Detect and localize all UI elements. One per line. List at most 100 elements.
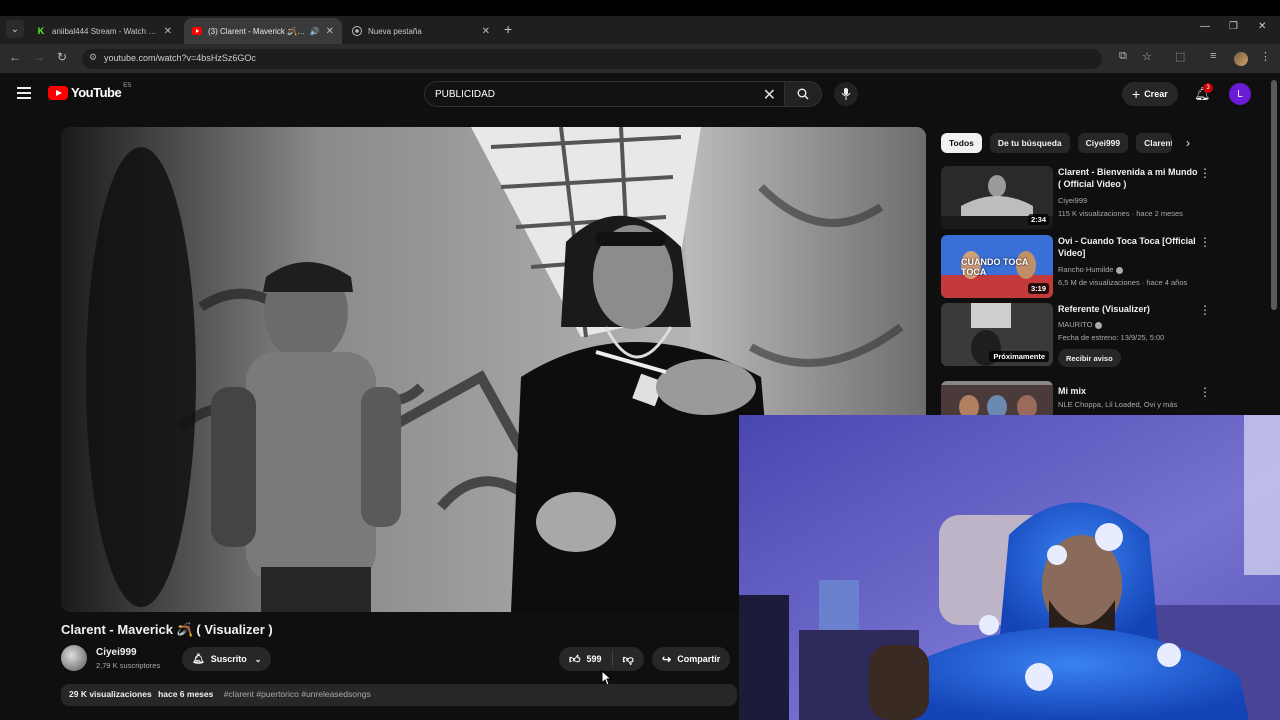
- user-avatar[interactable]: L: [1229, 83, 1251, 105]
- search-query-text[interactable]: PUBLICIDAD: [435, 89, 495, 100]
- recommendation-item[interactable]: 2:34 Clarent - Bienvenida a mi Mundo ( O…: [941, 166, 1221, 230]
- channel-avatar[interactable]: [61, 645, 87, 671]
- media-controls-icon[interactable]: ≡: [1210, 50, 1216, 62]
- chevron-down-icon: ⌄: [254, 654, 262, 664]
- close-icon[interactable]: ✕: [164, 26, 172, 37]
- extensions-icon[interactable]: ⬚: [1175, 50, 1185, 63]
- notify-me-button[interactable]: Recibir aviso: [1058, 349, 1121, 367]
- recommendation-title[interactable]: Referente (Visualizer): [1058, 303, 1198, 315]
- channel-name-link[interactable]: Ciyei999: [96, 647, 137, 658]
- chrome-icon: [352, 26, 362, 36]
- subscribed-button[interactable]: 🔔︎ Suscrito ⌄: [182, 647, 272, 671]
- voice-search-button[interactable]: [834, 82, 858, 106]
- kick-icon: K: [37, 26, 45, 36]
- create-label: Crear: [1144, 89, 1168, 99]
- more-options-icon[interactable]: ⋮: [1199, 235, 1211, 249]
- tab-youtube-video[interactable]: (3) Clarent - Maverick 🪃 ( V 🔊 ✕: [184, 18, 342, 44]
- like-count: 599: [586, 654, 602, 664]
- upload-age: hace 6 meses: [158, 689, 214, 699]
- site-info-icon[interactable]: ⚙: [89, 52, 97, 63]
- video-thumbnail[interactable]: 2:34: [941, 166, 1053, 229]
- tab-new-tab[interactable]: Nueva pestaña ✕: [344, 18, 498, 44]
- address-bar[interactable]: ⚙ youtube.com/watch?v=4bsHzSz6GOc: [82, 49, 1102, 69]
- tab-title: Nueva pestaña: [368, 26, 422, 36]
- recommendation-title[interactable]: Ovi - Cuando Toca Toca [Official Video]: [1058, 235, 1198, 259]
- chip-all[interactable]: Todos: [941, 133, 982, 153]
- scrollbar-thumb[interactable]: [1271, 80, 1277, 310]
- restore-icon[interactable]: ❐: [1229, 21, 1238, 32]
- upcoming-badge: Próximamente: [989, 351, 1049, 362]
- thumbnail-text: CUANDO TOCA TOCA: [961, 257, 1028, 277]
- browser-toolbar: ← → ↻ ⚙ youtube.com/watch?v=4bsHzSz6GOc …: [0, 44, 1280, 74]
- subscriber-count: 2,79 K suscriptores: [96, 661, 161, 670]
- tab-title: aniibal444 Stream - Watch Live: [52, 26, 158, 36]
- profile-avatar[interactable]: [1234, 52, 1248, 66]
- video-thumbnail[interactable]: CUANDO TOCA TOCA 3:19: [941, 235, 1053, 298]
- view-count: 29 K visualizaciones: [69, 689, 152, 699]
- bell-icon: 🔔︎: [192, 653, 205, 665]
- create-button[interactable]: + Crear: [1122, 82, 1178, 106]
- new-tab-button[interactable]: +: [504, 21, 512, 37]
- bookmark-star-icon[interactable]: ☆: [1142, 50, 1152, 63]
- thumbs-up-icon: 👍︎: [569, 653, 581, 666]
- webcam-feed: [739, 415, 1280, 720]
- more-options-icon[interactable]: ⋮: [1199, 385, 1211, 399]
- chip-from-search[interactable]: De tu búsqueda: [989, 133, 1070, 153]
- recommendation-title[interactable]: Clarent - Bienvenida a mi Mundo ( Offici…: [1058, 166, 1198, 190]
- youtube-play-icon: [48, 85, 68, 100]
- verified-badge-icon: [1095, 321, 1103, 329]
- video-title: Clarent - Maverick 🪃 ( Visualizer ): [61, 622, 273, 637]
- page-scrollbar[interactable]: [1270, 76, 1278, 416]
- install-app-icon[interactable]: ⧉: [1119, 50, 1127, 63]
- more-options-icon[interactable]: ⋮: [1199, 303, 1211, 317]
- tab-search-chevron-icon[interactable]: ⌄: [6, 20, 24, 38]
- recommendation-channel[interactable]: MAURITO: [1058, 320, 1103, 329]
- back-arrow-icon[interactable]: ←: [9, 50, 21, 64]
- recommendation-meta: 115 K visualizaciones · hace 2 meses: [1058, 209, 1183, 218]
- notification-badge: 3: [1203, 83, 1213, 93]
- hamburger-menu-icon[interactable]: [17, 87, 31, 99]
- description-box[interactable]: 29 K visualizaciones hace 6 meses #clare…: [61, 684, 737, 706]
- recommendation-title[interactable]: Mi mix: [1058, 385, 1198, 397]
- minimize-icon[interactable]: —: [1200, 21, 1210, 32]
- close-icon[interactable]: ✕: [326, 26, 334, 37]
- video-duration: 3:19: [1027, 283, 1049, 294]
- tab-title: (3) Clarent - Maverick 🪃 ( V: [208, 26, 306, 36]
- more-options-icon[interactable]: ⋮: [1199, 166, 1211, 180]
- search-button[interactable]: [784, 81, 822, 107]
- search-icon: [797, 88, 809, 100]
- subscribe-label: Suscrito: [210, 654, 247, 664]
- hashtags[interactable]: #clarent #puertorico #unreleasedsongs: [224, 689, 371, 699]
- recommendation-item[interactable]: Mi mix NLE Choppa, Lil Loaded, Ovi y más…: [941, 381, 1221, 415]
- thumbs-down-icon: 👎︎: [622, 653, 634, 666]
- browser-menu-icon[interactable]: ⋮: [1260, 50, 1271, 63]
- share-label: Compartir: [677, 654, 721, 664]
- reload-icon[interactable]: ↻: [57, 50, 67, 64]
- microphone-icon: [841, 88, 851, 100]
- channel-name: Rancho Humilde: [1058, 265, 1114, 274]
- recommendation-channel[interactable]: NLE Choppa, Lil Loaded, Ovi y más: [1058, 400, 1177, 409]
- dislike-button[interactable]: 👎︎: [613, 653, 644, 666]
- share-button[interactable]: ↪ Compartir: [652, 647, 731, 671]
- like-button[interactable]: 👍︎ 599: [559, 651, 613, 667]
- close-window-icon[interactable]: ✕: [1258, 21, 1266, 32]
- recommendation-channel[interactable]: Rancho Humilde: [1058, 265, 1124, 274]
- youtube-logo[interactable]: YouTube ES: [48, 83, 131, 100]
- chip-clarent[interactable]: Clarent: [1136, 133, 1173, 153]
- recommendation-item[interactable]: CUANDO TOCA TOCA 3:19 Ovi - Cuando Toca …: [941, 235, 1221, 299]
- url-text[interactable]: youtube.com/watch?v=4bsHzSz6GOc: [104, 53, 256, 63]
- clear-search-icon[interactable]: ✕: [763, 85, 776, 105]
- search-input[interactable]: PUBLICIDAD ✕: [424, 81, 784, 107]
- close-icon[interactable]: ✕: [482, 26, 490, 37]
- chip-channel[interactable]: Ciyei999: [1077, 133, 1129, 153]
- share-arrow-icon: ↪: [662, 653, 672, 666]
- recommendation-channel[interactable]: Ciyei999: [1058, 196, 1087, 205]
- video-thumbnail[interactable]: [941, 381, 1053, 415]
- forward-arrow-icon[interactable]: →: [33, 50, 45, 64]
- tab-kick-stream[interactable]: K aniibal444 Stream - Watch Live ✕: [28, 18, 180, 44]
- video-thumbnail[interactable]: Próximamente: [941, 303, 1053, 366]
- recommendation-item[interactable]: Próximamente Referente (Visualizer) MAUR…: [941, 303, 1221, 367]
- chevron-right-icon[interactable]: ›: [1186, 136, 1190, 150]
- logo-text: YouTube: [71, 85, 122, 100]
- audio-playing-icon[interactable]: 🔊: [310, 27, 320, 36]
